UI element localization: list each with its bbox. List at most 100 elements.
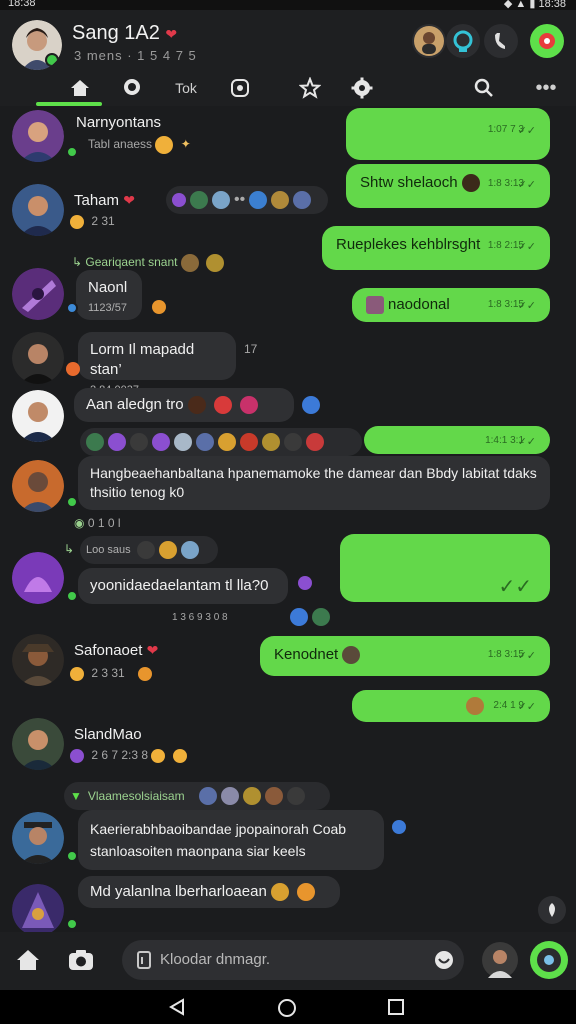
- reaction-emoji-icon[interactable]: [212, 191, 230, 209]
- group-avatar[interactable]: [12, 20, 62, 70]
- reaction-emoji-icon[interactable]: [158, 541, 177, 559]
- reaction-emoji-icon[interactable]: [240, 433, 258, 451]
- avatar[interactable]: [12, 184, 64, 236]
- message-text: Lorm Il mapadd stan’: [90, 341, 195, 378]
- reaction-emoji-icon[interactable]: [220, 787, 239, 805]
- back-icon[interactable]: [168, 998, 186, 1016]
- message-list[interactable]: Narnyontans Tabl anaess ✦ 1:07 7 3 ✓✓ Sh…: [0, 106, 576, 932]
- outgoing-message[interactable]: Rueplekes kehblrsght 1:8 2:15 ✓✓: [322, 226, 550, 270]
- reaction-emoji-icon[interactable]: [271, 191, 290, 209]
- ring-icon: [453, 30, 473, 52]
- tab-tok[interactable]: Tok: [166, 74, 206, 102]
- reaction-emoji-icon[interactable]: [306, 433, 324, 451]
- home-icon: [71, 80, 89, 96]
- reaction-emoji-icon[interactable]: [249, 191, 268, 209]
- sender-status: 2 31: [70, 214, 115, 229]
- outgoing-message[interactable]: 1:07 7 3 ✓✓: [346, 108, 550, 160]
- reaction-emoji-icon[interactable]: [284, 433, 302, 451]
- tab-stories[interactable]: [220, 74, 260, 102]
- reaction-emoji-icon[interactable]: [130, 433, 148, 451]
- online-indicator: [66, 146, 78, 158]
- outgoing-message[interactable]: Shtw shelaoch 1:8 3:13 ✓✓: [346, 164, 550, 208]
- call-button[interactable]: [484, 24, 518, 58]
- incoming-message[interactable]: Md yalanlna lberharloaean: [78, 876, 340, 908]
- status-ring-button[interactable]: [446, 24, 480, 58]
- tab-home[interactable]: [60, 74, 100, 102]
- camera-button[interactable]: [66, 946, 96, 974]
- avatar[interactable]: [12, 332, 64, 384]
- reaction-emoji-icon[interactable]: [152, 433, 170, 451]
- scroll-down-button[interactable]: [538, 896, 566, 924]
- emoji-icon: [240, 396, 259, 415]
- reaction-emoji-icon[interactable]: [198, 787, 217, 805]
- reaction-emoji-icon[interactable]: [264, 787, 283, 805]
- reaction-emoji-icon[interactable]: [86, 433, 104, 451]
- reaction-bar[interactable]: [80, 428, 362, 456]
- home-nav-icon[interactable]: [277, 998, 297, 1018]
- incoming-message[interactable]: Aan aledgn tro: [74, 388, 294, 422]
- emoji-picker-icon[interactable]: [434, 950, 454, 970]
- reaction-emoji-icon[interactable]: [293, 191, 312, 209]
- tab-bar: Tok •••: [0, 72, 576, 106]
- avatar[interactable]: [12, 552, 64, 604]
- outgoing-message[interactable]: ✓✓: [340, 534, 550, 602]
- system-message: ↳: [64, 542, 74, 556]
- read-check-icon: ✓✓: [517, 701, 536, 713]
- incoming-message[interactable]: yoonidaedaelantam tl lla?0: [78, 568, 288, 604]
- reaction-emoji-icon[interactable]: [196, 433, 214, 451]
- send-button[interactable]: [530, 941, 568, 979]
- outgoing-message[interactable]: naodonal 1:8 3:15 ✓✓: [352, 288, 550, 322]
- reaction-emoji-icon[interactable]: [136, 541, 155, 559]
- outgoing-message[interactable]: Kenodnet 1:8 3:15 ✓✓: [260, 636, 550, 676]
- system-reaction-row[interactable]: ▼ Vlaamesolsiaisam: [64, 782, 330, 810]
- search-button[interactable]: [464, 74, 504, 102]
- reaction-emoji-icon[interactable]: [180, 541, 199, 559]
- member-avatar-button[interactable]: [412, 24, 446, 58]
- incoming-message[interactable]: Hangbeaehanbaltana hpanemamoke the damea…: [78, 456, 550, 510]
- contact-avatar[interactable]: [482, 942, 518, 978]
- incoming-message[interactable]: Naonl 1123/57: [76, 270, 142, 320]
- outgoing-message[interactable]: 2:4 1 9 ✓✓: [352, 690, 550, 722]
- avatar[interactable]: [12, 812, 64, 864]
- message-text-line2: stanloasoiten maonpana siar keels: [90, 843, 306, 859]
- message-text: Hangbeaehanbaltana hpanemamoke the damea…: [90, 465, 537, 500]
- arrow-icon: ↳: [64, 542, 75, 556]
- tab-chats[interactable]: [112, 74, 152, 102]
- reaction-emoji-icon[interactable]: [190, 191, 208, 209]
- incoming-message[interactable]: Lorm Il mapadd stan’ 2 84 0037: [78, 332, 236, 396]
- reaction-emoji-icon[interactable]: [286, 787, 305, 805]
- avatar[interactable]: [12, 634, 64, 686]
- reaction-emoji-icon[interactable]: [218, 433, 236, 451]
- home-button[interactable]: [14, 946, 42, 974]
- avatar[interactable]: [12, 884, 64, 932]
- recents-icon[interactable]: [388, 999, 404, 1015]
- reaction-bar[interactable]: ••: [166, 186, 328, 214]
- message-input[interactable]: Kloodar dnmagr.: [122, 940, 464, 980]
- video-call-button[interactable]: [530, 24, 564, 58]
- reaction-emoji-icon[interactable]: [242, 787, 261, 805]
- reaction-emoji-icon[interactable]: [262, 433, 280, 451]
- incoming-message[interactable]: Kaerierabhbaoibandae jpopainorah Coab st…: [78, 810, 384, 870]
- avatar[interactable]: [12, 110, 64, 162]
- sender-status-text: 2 3 31: [91, 666, 125, 680]
- more-button[interactable]: •••: [526, 74, 566, 102]
- avatar[interactable]: [12, 268, 64, 320]
- read-check-icon: ✓✓: [517, 300, 536, 312]
- read-check-icon: ✓✓: [517, 650, 536, 662]
- reaction-emoji-icon[interactable]: [108, 433, 126, 451]
- reaction-emoji-icon[interactable]: [174, 433, 192, 451]
- attach-icon[interactable]: [136, 951, 152, 969]
- avatar[interactable]: [12, 718, 64, 770]
- outgoing-message[interactable]: 1:4:1 3:1 ✓✓: [364, 426, 550, 454]
- tab-settings[interactable]: [342, 74, 382, 102]
- sender-name-text: Taham: [74, 192, 120, 209]
- avatar[interactable]: [12, 390, 64, 442]
- avatar[interactable]: [12, 460, 64, 512]
- emoji-icon: [172, 748, 187, 763]
- reaction-bar[interactable]: Loo saus: [80, 536, 218, 564]
- chat-title: Sang 1A2 ❤: [72, 22, 177, 45]
- tab-favorites[interactable]: [290, 74, 330, 102]
- online-indicator: [66, 590, 78, 602]
- online-indicator: [66, 496, 78, 508]
- reaction-emoji-icon[interactable]: [172, 193, 186, 207]
